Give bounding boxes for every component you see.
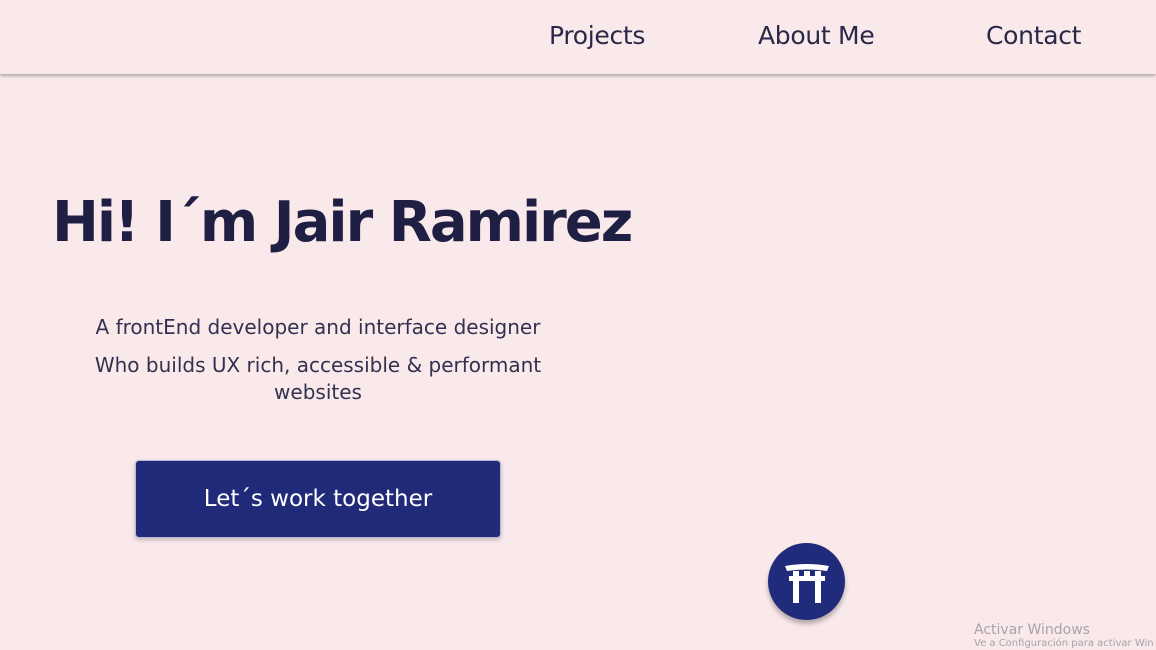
watermark-subtitle: Ve a Configuración para activar Win <box>974 638 1154 649</box>
hero-subtitle-line2: Who builds UX rich, accessible & perform… <box>94 353 542 404</box>
hero-subtitle-line1: A frontEnd developer and interface desig… <box>95 315 541 339</box>
top-navbar: Projects About Me Contact <box>0 0 1156 74</box>
nav-link-projects[interactable]: Projects <box>549 20 645 52</box>
hero-title: Hi! I´m Jair Ramirez <box>52 190 633 255</box>
nav-link-about-me[interactable]: About Me <box>758 20 875 52</box>
torii-gate-button[interactable] <box>768 543 845 620</box>
work-together-button[interactable]: Let´s work together <box>135 460 501 538</box>
watermark-title: Activar Windows <box>974 622 1090 638</box>
torii-gate-icon <box>784 563 829 603</box>
windows-activation-watermark: Activar Windows <box>974 619 1090 639</box>
nav-link-contact[interactable]: Contact <box>986 20 1081 52</box>
